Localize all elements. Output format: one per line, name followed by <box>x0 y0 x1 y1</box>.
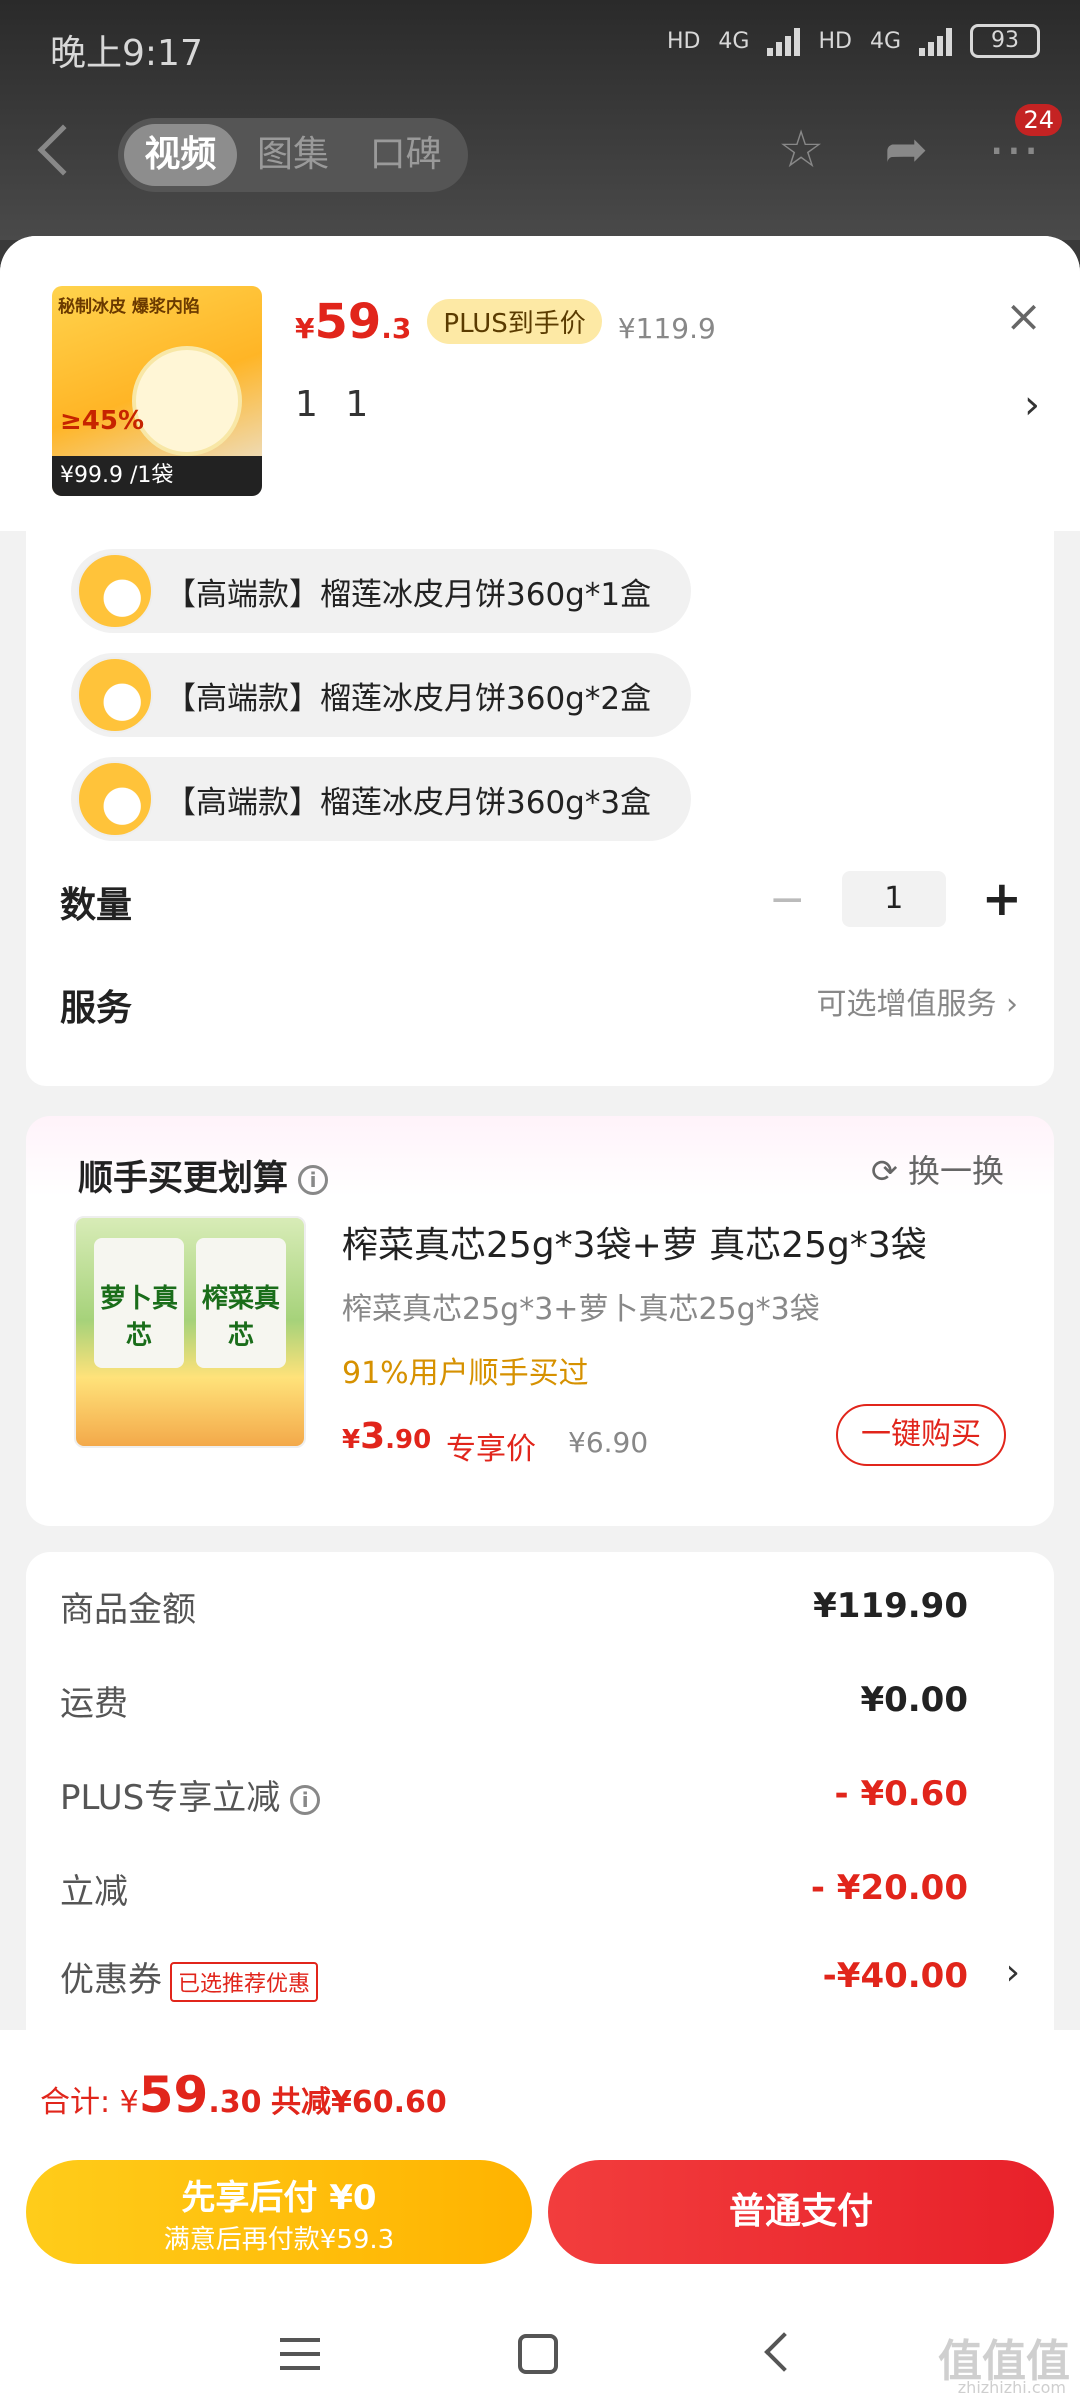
thumb-percent: ≥45% <box>60 406 145 436</box>
summary-label: 优惠券 已选推荐优惠 <box>60 1952 319 2002</box>
background-page: 晚上9:17 HD 4G HD 4G 93 视频 图集 口碑 ☆ ➦ ⋯ 24 <box>0 0 1080 240</box>
summary-row: PLUS专享立减 i - ¥0.60 <box>60 1770 1020 1830</box>
option-label: 【高端款】榴莲冰皮月饼360g*2盒 <box>165 680 652 717</box>
signal-icon <box>767 26 801 56</box>
pack-image: 萝卜真芯 <box>94 1238 184 1368</box>
tab-video[interactable]: 视频 <box>124 124 237 186</box>
mooncake-image <box>132 346 242 456</box>
system-nav-bar <box>0 2310 1080 2400</box>
watermark-url: zhizhizhi.com <box>957 2378 1066 2397</box>
service-label: 服务 <box>60 988 133 1029</box>
star-icon[interactable]: ☆ <box>778 120 825 180</box>
spec-options: 【高端款】榴莲冰皮月饼360g*1盒 【高端款】榴莲冰皮月饼360g*2盒 【高… <box>26 531 1054 1086</box>
info-icon[interactable]: i <box>290 1784 321 1815</box>
summary-label: 立减 <box>60 1872 128 1912</box>
summary-value: -¥40.00 <box>822 1956 968 1996</box>
info-icon[interactable]: i <box>298 1165 329 1195</box>
bundle-product-image[interactable]: 萝卜真芯 榨菜真芯 <box>74 1216 306 1448</box>
thumb-price: ¥99.9 /1袋 <box>52 456 262 496</box>
coupon-row[interactable]: 优惠券 已选推荐优惠 -¥40.00 › <box>60 1952 1020 2012</box>
spec-option[interactable]: 【高端款】榴莲冰皮月饼360g*1盒 <box>71 549 692 633</box>
nav-icons: ☆ ➦ ⋯ <box>778 120 1040 180</box>
summary-value: - ¥0.60 <box>834 1774 969 1814</box>
network-label: 4G <box>718 28 750 54</box>
product-thumbnail: 秘制冰皮 爆浆内陷 ≥45% ¥99.9 /1袋 <box>52 286 262 496</box>
chevron-right-icon[interactable]: › <box>1006 1952 1020 1993</box>
checkout-bar: 合计: ¥59.30 共减¥60.60 先享后付 ¥0 满意后再付款¥59.3 … <box>0 2030 1080 2400</box>
back-icon[interactable] <box>37 124 89 176</box>
bundle-price-label: 专享价 <box>446 1432 536 1467</box>
spec-option[interactable]: 【高端款】榴莲冰皮月饼360g*3盒 <box>71 757 692 841</box>
network-label: 4G <box>869 28 901 54</box>
media-tabs: 视频 图集 口碑 <box>118 118 468 192</box>
original-price: ¥119.9 <box>617 312 716 345</box>
top-nav: 视频 图集 口碑 ☆ ➦ ⋯ 24 <box>0 104 1080 200</box>
share-icon[interactable]: ➦ <box>884 120 928 180</box>
summary-row: 立减 - ¥20.00 <box>60 1864 1020 1924</box>
quantity-label: 数量 <box>60 885 133 926</box>
close-icon[interactable]: × <box>1005 291 1042 342</box>
pay-later-button[interactable]: 先享后付 ¥0 满意后再付款¥59.3 <box>26 2160 532 2264</box>
service-select[interactable]: 可选增值服务 › <box>816 979 1018 1023</box>
home-icon[interactable] <box>518 2334 558 2374</box>
tab-reviews[interactable]: 口碑 <box>349 124 462 186</box>
bundle-title: 顺手买更划算 i <box>78 1150 329 1201</box>
signal-icon <box>919 26 952 56</box>
summary-label: 运费 <box>60 1684 128 1724</box>
status-time: 晚上9:17 <box>50 33 203 74</box>
price-row: ¥59.3 PLUS到手价 ¥119.9 <box>295 294 716 350</box>
back-icon[interactable] <box>764 2332 804 2372</box>
current-price: ¥59.3 <box>295 294 412 350</box>
quantity-input[interactable]: 1 <box>841 871 946 927</box>
menu-icon[interactable] <box>280 2338 320 2380</box>
plus-price-tag: PLUS到手价 <box>427 299 602 344</box>
summary-value: ¥119.90 <box>813 1586 968 1626</box>
total-saved: 共减¥60.60 <box>271 2085 447 2120</box>
price-summary: 商品金额 ¥119.90 运费 ¥0.00 PLUS专享立减 i - ¥0.60 … <box>26 1552 1054 2072</box>
total-amount: 合计: ¥59.30 共减¥60.60 <box>40 2066 447 2124</box>
pay-later-subtitle: 满意后再付款¥59.3 <box>163 2225 395 2255</box>
quantity-stepper: − 1 + <box>769 871 1022 927</box>
summary-row: 运费 ¥0.00 <box>60 1676 1020 1736</box>
hd-icon: HD <box>666 28 701 54</box>
thumb-title: 秘制冰皮 爆浆内陷 <box>58 297 200 317</box>
message-badge: 24 <box>1015 104 1062 136</box>
battery-icon: 93 <box>970 24 1040 58</box>
bundle-price: ¥3.90 <box>342 1416 432 1457</box>
hd-icon: HD <box>818 28 852 54</box>
bundle-product-desc: 榨菜真芯25g*3+萝卜真芯25g*3袋 <box>342 1292 820 1327</box>
bundle-purchase-rate: 91%用户顺手买过 <box>342 1356 589 1391</box>
summary-label: 商品金额 <box>60 1590 196 1630</box>
normal-pay-button[interactable]: 普通支付 <box>548 2160 1054 2264</box>
summary-value: ¥0.00 <box>860 1680 968 1720</box>
bundle-product-name[interactable]: 榨菜真芯25g*3袋+萝 真芯25g*3袋 <box>342 1216 927 1268</box>
summary-label: PLUS专享立减 i <box>60 1770 321 1819</box>
status-bar: 晚上9:17 HD 4G HD 4G 93 <box>0 0 1080 90</box>
decrease-button[interactable]: − <box>769 874 806 925</box>
bundle-original-price: ¥6.90 <box>568 1426 649 1459</box>
option-label: 【高端款】榴莲冰皮月饼360g*3盒 <box>165 784 652 821</box>
pay-later-title: 先享后付 ¥0 <box>181 2178 377 2218</box>
coupon-tag: 已选推荐优惠 <box>170 1961 319 2002</box>
increase-button[interactable]: + <box>982 871 1022 927</box>
pack-image: 榨菜真芯 <box>196 1238 286 1368</box>
chevron-right-icon[interactable]: › <box>1024 382 1040 428</box>
tab-gallery[interactable]: 图集 <box>237 124 350 186</box>
one-click-buy-button[interactable]: 一键购买 <box>836 1404 1006 1466</box>
option-thumbnail <box>77 761 153 837</box>
product-header: 秘制冰皮 爆浆内陷 ≥45% ¥99.9 /1袋 ¥59.3 PLUS到手价 ¥… <box>0 236 1080 531</box>
option-thumbnail <box>77 657 153 733</box>
option-label: 【高端款】榴莲冰皮月饼360g*1盒 <box>165 576 652 613</box>
selected-spec[interactable]: 1 1 <box>295 384 376 425</box>
spec-option[interactable]: 【高端款】榴莲冰皮月饼360g*2盒 <box>71 653 692 737</box>
bundle-card: 顺手买更划算 i ⟳ 换一换 萝卜真芯 榨菜真芯 榨菜真芯25g*3袋+萝 真芯2… <box>26 1116 1054 1526</box>
summary-value: - ¥20.00 <box>810 1868 968 1908</box>
option-thumbnail <box>77 553 153 629</box>
status-icons: HD 4G HD 4G 93 <box>667 24 1040 58</box>
swap-button[interactable]: ⟳ 换一换 <box>871 1146 1004 1192</box>
summary-row: 商品金额 ¥119.90 <box>60 1582 1020 1642</box>
